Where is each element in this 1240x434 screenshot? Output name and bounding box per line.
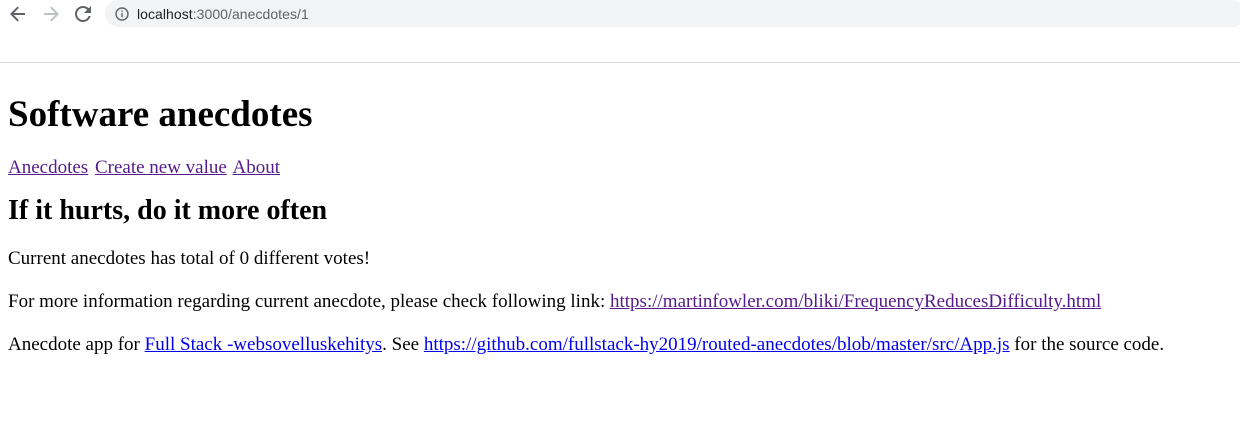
forward-button[interactable]	[40, 3, 62, 25]
url-path: :3000/anecdotes/1	[192, 5, 309, 22]
anecdote-heading: If it hurts, do it more often	[8, 195, 328, 226]
footer-suffix: for the source code.	[1009, 334, 1165, 355]
arrow-right-icon	[43, 6, 59, 22]
address-bar[interactable]: localhost:3000/anecdotes/1	[105, 0, 1240, 27]
info-icon[interactable]	[115, 6, 129, 21]
reload-icon	[75, 6, 91, 22]
source-code-link[interactable]: https://github.com/fullstack-hy2019/rout…	[424, 334, 1010, 355]
page-content: Software anecdotes Anecdotes Create new …	[0, 63, 1240, 357]
back-button[interactable]	[7, 3, 29, 25]
url-text: localhost:3000/anecdotes/1	[137, 6, 309, 22]
footer: Anecdote app for Full Stack -websovellus…	[8, 333, 1240, 357]
footer-middle: . See	[382, 334, 424, 355]
votes-text: Current anecdotes has total of 0 differe…	[8, 248, 371, 269]
footer-prefix: Anecdote app for	[8, 334, 145, 355]
nav-link-anecdotes[interactable]: Anecdotes	[8, 157, 88, 178]
page-title: Software anecdotes	[8, 94, 313, 135]
info-prefix: For more information regarding current a…	[8, 291, 610, 312]
course-link[interactable]: Full Stack -websovelluskehitys	[145, 334, 382, 355]
nav-link-about[interactable]: About	[233, 157, 281, 178]
reload-button[interactable]	[72, 3, 94, 25]
arrow-left-icon	[10, 6, 26, 22]
main-nav: Anecdotes Create new value About	[8, 156, 1240, 180]
browser-toolbar: localhost:3000/anecdotes/1	[0, 0, 1240, 63]
info-paragraph: For more information regarding current a…	[8, 290, 1240, 314]
anecdote-info-link[interactable]: https://martinfowler.com/bliki/Frequency…	[610, 291, 1101, 312]
url-host: localhost	[137, 5, 193, 22]
nav-link-create-new[interactable]: Create new value	[95, 157, 227, 178]
